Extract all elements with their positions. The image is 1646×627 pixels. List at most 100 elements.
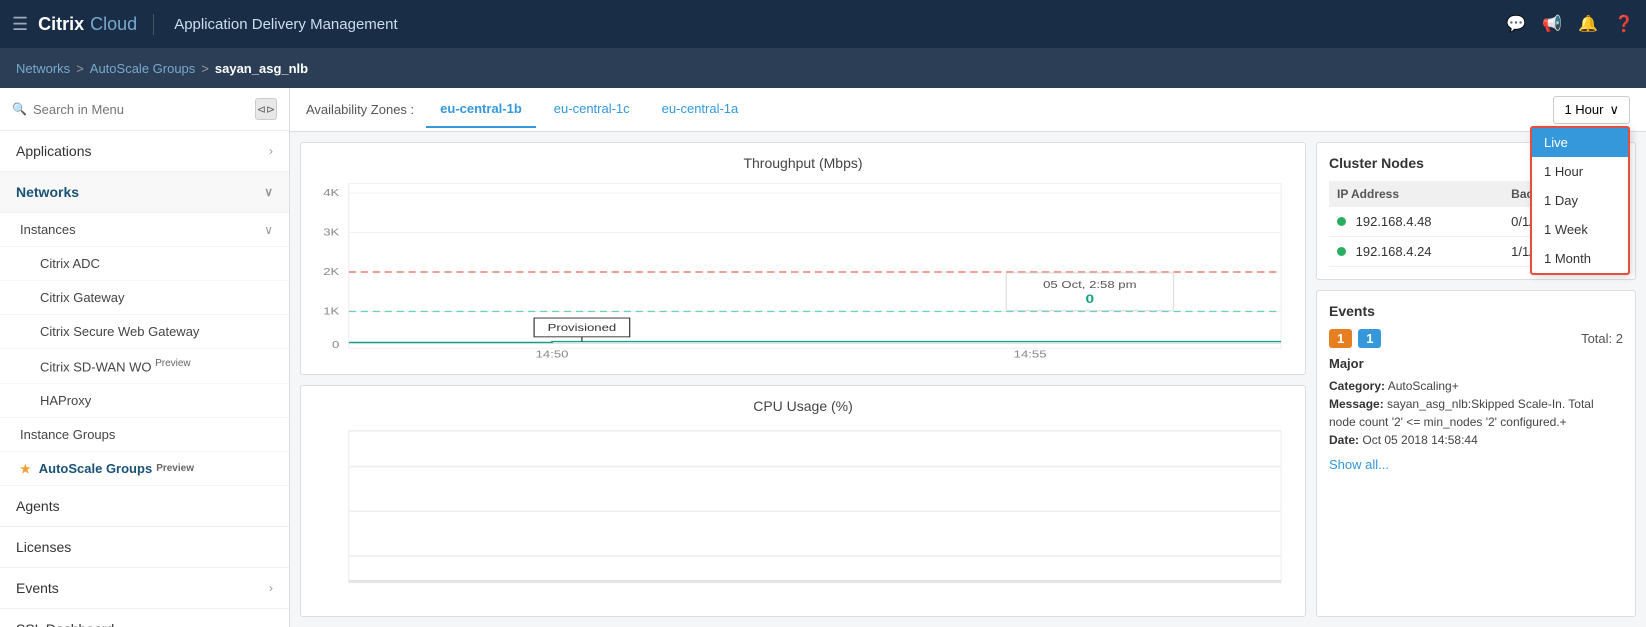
brand-cloud: Cloud [90,14,137,35]
brand-citrix: Citrix [38,14,84,35]
sdwan-preview-badge: Preview [155,358,191,369]
cpu-chart-panel: CPU Usage (%) [300,385,1306,618]
chat-icon[interactable]: 💬 [1506,14,1526,34]
svg-text:14:55: 14:55 [1014,348,1047,358]
autoscale-preview-badge: Preview [156,463,194,474]
event-badge-minor: 1 [1358,329,1381,348]
sidebar-item-instance-groups[interactable]: Instance Groups [0,418,289,452]
sidebar-item-ssl-dashboard[interactable]: SSL Dashboard [0,609,289,627]
sidebar-item-citrix-swg[interactable]: Citrix Secure Web Gateway [0,315,289,349]
throughput-chart-area: 4K 3K 2K 1K 0 [313,179,1293,358]
time-selector-button[interactable]: 1 Hour ∨ [1553,96,1630,124]
cpu-chart-title: CPU Usage (%) [313,398,1293,414]
events-label: Events [16,580,59,596]
breadcrumb-sep-2: > [201,61,209,76]
events-badges: 1 1 Total: 2 [1329,329,1623,348]
cpu-svg [313,422,1293,601]
charts-column: Throughput (Mbps) 4K 3K 2K 1K 0 [300,142,1306,617]
sidebar-item-events[interactable]: Events › [0,568,289,609]
event-severity: Major [1329,356,1623,371]
status-dot-1 [1337,217,1346,226]
sidebar-item-instances[interactable]: Instances ∨ [0,213,289,247]
time-option-1day[interactable]: 1 Day [1532,186,1628,215]
networks-chevron: ∨ [264,185,273,199]
sidebar-item-citrix-adc[interactable]: Citrix ADC [0,247,289,281]
breadcrumb-current: sayan_asg_nlb [215,61,308,76]
sidebar-search-bar: 🔍 ⊲⊳ [0,88,289,131]
events-panel-title: Events [1329,303,1623,319]
autoscale-groups-label: AutoScale Groups [39,461,152,476]
sidebar-item-citrix-gateway[interactable]: Citrix Gateway [0,281,289,315]
cluster-ip-1: 192.168.4.48 [1329,207,1503,237]
sidebar-item-haproxy[interactable]: HAProxy [0,384,289,418]
applications-chevron: › [269,144,273,158]
citrix-swg-label: Citrix Secure Web Gateway [40,324,199,339]
tab-eu-central-1b[interactable]: eu-central-1b [426,91,536,128]
navbar-icons: 💬 📢 🔔 ❓ [1506,14,1634,34]
networks-label: Networks [16,184,79,200]
show-all-link[interactable]: Show all... [1329,457,1623,472]
agents-label: Agents [16,498,60,514]
breadcrumb-networks[interactable]: Networks [16,61,70,76]
citrix-sdwan-label: Citrix SD-WAN WO [40,359,151,374]
breadcrumb-autoscale[interactable]: AutoScale Groups [90,61,196,76]
time-option-live[interactable]: Live [1532,128,1628,157]
sidebar-item-licenses[interactable]: Licenses [0,527,289,568]
tabs-bar: Availability Zones : eu-central-1b eu-ce… [290,88,1646,132]
subheader: Networks > AutoScale Groups > sayan_asg_… [0,48,1646,88]
search-icon: 🔍 [12,102,27,116]
instances-label: Instances [20,222,76,237]
charts-right-layout: Throughput (Mbps) 4K 3K 2K 1K 0 [290,132,1646,627]
sidebar-item-agents[interactable]: Agents [0,486,289,527]
breadcrumb-sep-1: > [76,61,84,76]
sidebar-item-autoscale-groups[interactable]: ★ AutoScale Groups Preview [0,452,289,486]
time-selector-container: 1 Hour ∨ Live 1 Hour 1 Day 1 Week 1 Mont… [1553,96,1630,124]
svg-text:0: 0 [332,338,340,350]
megaphone-icon[interactable]: 📢 [1542,14,1562,34]
sidebar-item-networks[interactable]: Networks ∨ [0,172,289,213]
search-input[interactable] [33,102,249,117]
time-selector-value: 1 Hour [1564,102,1603,117]
instance-groups-label: Instance Groups [20,427,115,442]
message-label: Message: [1329,397,1384,411]
date-value: Oct 05 2018 14:58:44 [1362,433,1477,447]
sidebar-item-applications[interactable]: Applications › [0,131,289,172]
cpu-chart-area [313,422,1293,601]
category-value: AutoScaling+ [1388,379,1459,393]
help-icon[interactable]: ❓ [1614,14,1634,34]
svg-text:3K: 3K [323,226,339,238]
events-total: Total: 2 [1581,331,1623,346]
ssl-dashboard-label: SSL Dashboard [16,621,114,627]
content-area: Availability Zones : eu-central-1b eu-ce… [290,88,1646,627]
autoscale-star-icon: ★ [20,462,31,476]
navbar-title: Application Delivery Management [174,16,1496,33]
events-chevron: › [269,581,273,595]
bell-icon[interactable]: 🔔 [1578,14,1598,34]
tab-eu-central-1c[interactable]: eu-central-1c [540,91,644,128]
date-label: Date: [1329,433,1359,447]
svg-text:4K: 4K [323,186,339,198]
time-option-1month[interactable]: 1 Month [1532,244,1628,273]
brand: Citrix Cloud [38,14,154,35]
sidebar: 🔍 ⊲⊳ Applications › Networks ∨ Instances… [0,88,290,627]
status-dot-2 [1337,247,1346,256]
tab-eu-central-1a[interactable]: eu-central-1a [648,91,753,128]
citrix-adc-label: Citrix ADC [40,256,100,271]
hamburger-icon[interactable]: ☰ [12,14,28,35]
event-badge-major: 1 [1329,329,1352,348]
breadcrumb: Networks > AutoScale Groups > sayan_asg_… [16,61,308,76]
svg-text:Provisioned: Provisioned [548,322,617,334]
haproxy-label: HAProxy [40,393,91,408]
citrix-gateway-label: Citrix Gateway [40,290,125,305]
availability-zones-label: Availability Zones : [306,102,414,117]
svg-text:0: 0 [1086,292,1095,306]
time-option-1hour[interactable]: 1 Hour [1532,157,1628,186]
svg-text:2K: 2K [323,265,339,277]
cluster-ip-2: 192.168.4.24 [1329,237,1503,267]
svg-text:05 Oct, 2:58 pm: 05 Oct, 2:58 pm [1043,278,1137,290]
time-option-1week[interactable]: 1 Week [1532,215,1628,244]
sidebar-collapse-button[interactable]: ⊲⊳ [255,98,277,120]
main-layout: 🔍 ⊲⊳ Applications › Networks ∨ Instances… [0,88,1646,627]
sidebar-item-citrix-sdwan[interactable]: Citrix SD-WAN WO Preview [0,349,289,384]
time-dropdown: Live 1 Hour 1 Day 1 Week 1 Month [1530,126,1630,275]
